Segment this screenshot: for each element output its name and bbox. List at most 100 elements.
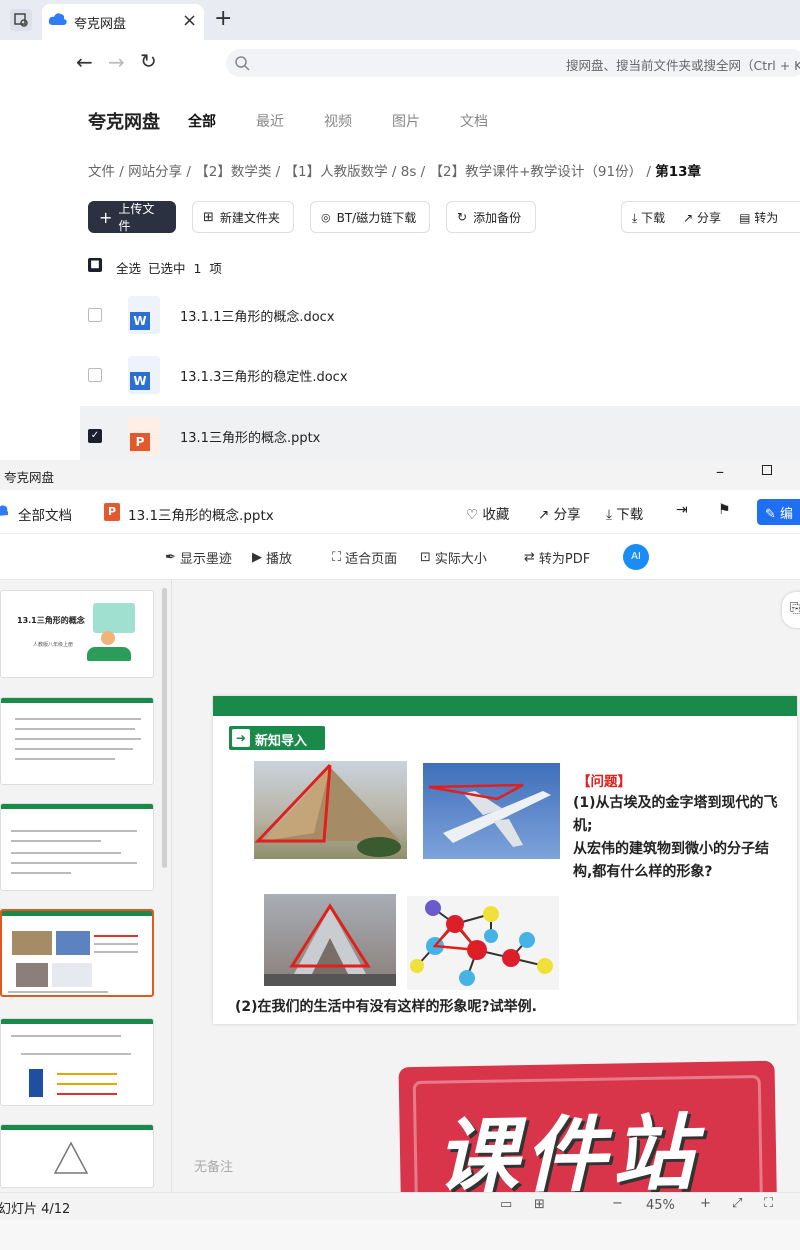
share-action[interactable]: ↗ 分享 bbox=[683, 209, 721, 226]
notes-icon[interactable]: ▭ bbox=[500, 1197, 512, 1212]
airplane-image bbox=[423, 763, 560, 859]
molecule-image bbox=[407, 896, 559, 990]
slide-thumbnail[interactable]: 13.1三角形的概念 人教版八年级上册 bbox=[0, 590, 154, 678]
thumb-shape bbox=[29, 1069, 43, 1097]
slide-thumbnail[interactable] bbox=[0, 697, 154, 785]
export-icon[interactable]: ⇥ bbox=[676, 502, 688, 518]
ai-assistant-icon[interactable]: AI bbox=[623, 544, 649, 570]
add-backup-button[interactable]: ↻ 添加备份 bbox=[446, 201, 536, 233]
play-button[interactable]: ▶ 播放 bbox=[252, 548, 292, 567]
question-2: (2)在我们的生活中有没有这样的形象呢?试举例. bbox=[235, 999, 537, 1015]
feedback-icon[interactable]: ⚑ bbox=[718, 502, 731, 518]
breadcrumb-item[interactable]: 【2】教学课件+教学设计（91份） bbox=[430, 164, 643, 180]
file-checkbox[interactable] bbox=[88, 368, 102, 382]
preview-title-bar: 夸克网盘 – bbox=[0, 460, 800, 490]
download-button[interactable]: ⤓ 下载 bbox=[606, 503, 643, 523]
collect-button[interactable]: ♡ 收藏 bbox=[466, 503, 509, 523]
backup-icon: ↻ bbox=[457, 210, 468, 224]
pdf-icon: ⇄ bbox=[524, 550, 535, 565]
fit-screen-icon[interactable]: ⤢ bbox=[732, 1196, 742, 1211]
slide-thumbnail[interactable] bbox=[0, 1124, 154, 1188]
browser-tab[interactable]: 夸克网盘 × bbox=[42, 4, 204, 40]
file-row[interactable]: W 13.1.1三角形的概念.docx bbox=[80, 285, 800, 345]
section-badge: ➜ 新知导入 bbox=[229, 726, 325, 750]
nav-tab-video[interactable]: 视频 bbox=[324, 111, 352, 131]
maximize-icon[interactable] bbox=[762, 465, 772, 475]
thumb-illustration bbox=[87, 647, 131, 661]
file-row-selected[interactable]: ✓ P 13.1三角形的概念.pptx bbox=[80, 406, 800, 466]
forward-icon[interactable]: → bbox=[108, 50, 125, 74]
ppt-icon: P bbox=[104, 503, 120, 521]
download-action[interactable]: ⤓ 下载 bbox=[632, 209, 665, 226]
nav-tab-docs[interactable]: 文档 bbox=[460, 111, 488, 131]
fit-page-button[interactable]: ⛶ 适合页面 bbox=[332, 548, 397, 567]
app-logo: 夸克网盘 bbox=[88, 112, 160, 133]
zoom-out-icon[interactable]: − bbox=[612, 1196, 623, 1211]
file-row[interactable]: W 13.1.3三角形的稳定性.docx bbox=[80, 345, 800, 405]
tab-close-icon[interactable]: × bbox=[182, 10, 197, 31]
select-all-checkbox[interactable]: ■ bbox=[88, 258, 102, 272]
slide-thumbnail[interactable] bbox=[0, 1018, 154, 1106]
ppt-file-icon: P bbox=[128, 417, 160, 455]
download-icon: ⤓ bbox=[632, 210, 638, 225]
folder-plus-icon: ⊞ bbox=[203, 209, 214, 225]
thumb-image bbox=[56, 931, 90, 955]
bt-icon: ◎ bbox=[321, 210, 331, 224]
pyramid-image bbox=[254, 761, 407, 859]
status-bar: 幻灯片 4/12 ▭ ⊞ − 45% + ⤢ ⛶ bbox=[0, 1192, 800, 1220]
new-folder-button[interactable]: ⊞ 新建文件夹 bbox=[192, 201, 294, 233]
breadcrumb-item[interactable]: 网站分享 bbox=[128, 164, 182, 180]
thumb-image bbox=[52, 963, 92, 987]
breadcrumb-current: 第13章 bbox=[655, 164, 702, 180]
selected-count: 已选中 1 项 bbox=[148, 261, 222, 276]
share-button[interactable]: ↗ 分享 bbox=[538, 503, 581, 523]
building-image bbox=[264, 894, 396, 986]
nav-tab-all[interactable]: 全部 bbox=[188, 111, 216, 131]
slide-header-bar bbox=[213, 696, 797, 716]
preview-window-title: 夸克网盘 bbox=[4, 470, 55, 485]
all-docs-link[interactable]: 全部文档 bbox=[18, 504, 72, 524]
tab-search-icon[interactable] bbox=[10, 9, 32, 31]
thumb-triangle bbox=[53, 1141, 89, 1174]
address-bar[interactable]: 搜网盘、搜当前文件夹或搜全网（Ctrl + K） bbox=[226, 49, 800, 77]
plus-icon: + bbox=[99, 207, 113, 227]
show-ink-button[interactable]: ✒ 显示墨迹 bbox=[165, 548, 232, 567]
search-icon bbox=[235, 56, 250, 71]
thumb-illustration bbox=[101, 631, 115, 645]
slide-thumbnail[interactable] bbox=[0, 803, 154, 891]
breadcrumb-item[interactable]: 文件 bbox=[88, 164, 115, 180]
reload-icon[interactable]: ↻ bbox=[140, 49, 157, 73]
thumb-image bbox=[16, 963, 48, 987]
grid-icon[interactable]: ⊞ bbox=[534, 1197, 545, 1212]
preview-file-name: 13.1三角形的概念.pptx bbox=[128, 508, 274, 524]
to-pdf-button[interactable]: ⇄ 转为PDF bbox=[524, 548, 590, 567]
sidebar-scrollbar[interactable] bbox=[162, 588, 167, 868]
to-pdf-action[interactable]: ▤ 转为 bbox=[739, 209, 778, 226]
file-checkbox[interactable] bbox=[88, 308, 102, 322]
upload-button[interactable]: + 上传文件 bbox=[88, 201, 176, 233]
share-icon: ↗ bbox=[538, 507, 550, 523]
question-1-continued: 从宏伟的建筑物到微小的分子结构,都有什么样的形象? bbox=[573, 841, 769, 880]
zoom-in-icon[interactable]: + bbox=[700, 1196, 711, 1211]
file-checkbox-checked[interactable]: ✓ bbox=[88, 429, 102, 443]
back-icon[interactable]: ← bbox=[76, 50, 93, 74]
zoom-level: 45% bbox=[646, 1198, 675, 1213]
breadcrumb-item[interactable]: 8s bbox=[401, 164, 417, 180]
side-tool-icon[interactable]: ⎘ bbox=[782, 592, 800, 628]
runner-icon: ➜ bbox=[232, 729, 250, 747]
feather-icon: ✒ bbox=[165, 550, 176, 565]
actual-size-button[interactable]: ⊡ 实际大小 bbox=[420, 548, 487, 567]
slide-thumbnail-active[interactable] bbox=[0, 909, 154, 997]
edit-button[interactable]: ✎ 编 bbox=[757, 499, 800, 525]
download-icon: ⤓ bbox=[606, 507, 612, 523]
new-tab-icon[interactable]: + bbox=[214, 6, 232, 31]
nav-tab-recent[interactable]: 最近 bbox=[256, 111, 284, 131]
minimize-icon[interactable]: – bbox=[716, 462, 724, 481]
nav-tab-images[interactable]: 图片 bbox=[392, 111, 420, 131]
fullscreen-icon[interactable]: ⛶ bbox=[764, 1196, 773, 1211]
bt-download-button[interactable]: ◎ BT/磁力链下载 bbox=[310, 201, 430, 233]
section-title: 新知导入 bbox=[255, 734, 308, 749]
breadcrumb-item[interactable]: 【2】数学类 bbox=[195, 164, 271, 180]
question-label: 【问题】 bbox=[577, 774, 631, 790]
breadcrumb-item[interactable]: 【1】人教版数学 bbox=[285, 164, 388, 180]
